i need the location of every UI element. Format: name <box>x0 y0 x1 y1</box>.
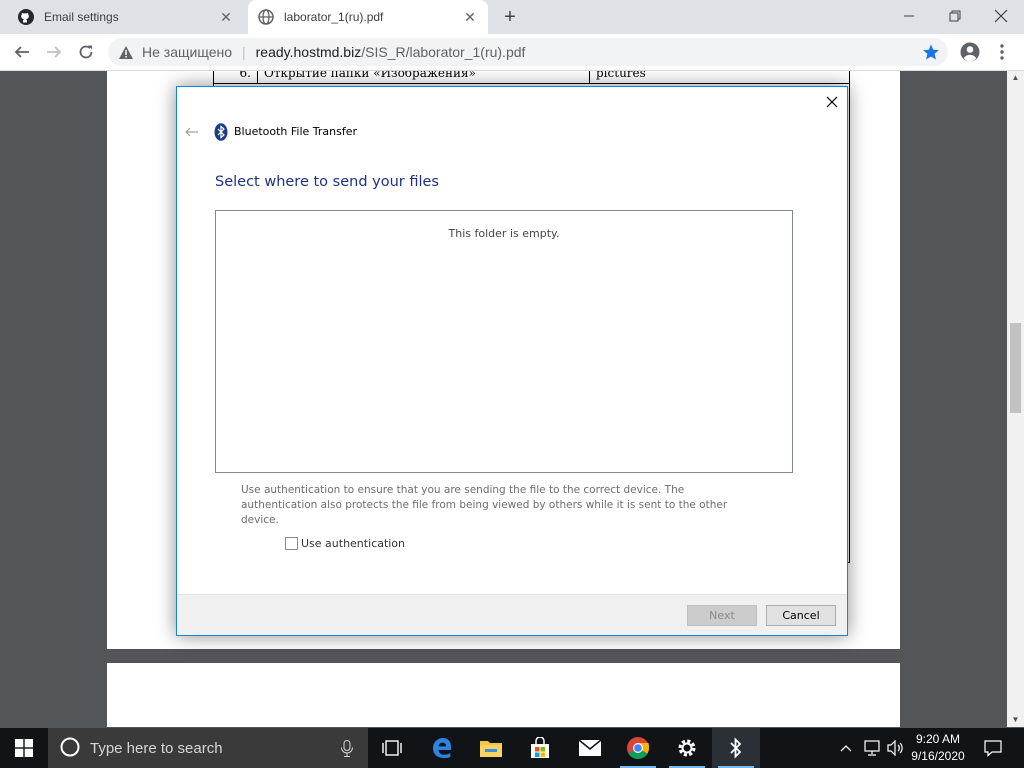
back-arrow-icon[interactable] <box>184 124 200 140</box>
empty-folder-message: This folder is empty. <box>448 227 560 240</box>
show-hidden-icons-chevron-icon[interactable] <box>836 728 856 768</box>
pdf-page-next <box>107 663 900 727</box>
scroll-down-icon[interactable]: ▼ <box>1007 713 1024 727</box>
bluetooth-transfer-dialog: Bluetooth File Transfer Select where to … <box>176 86 848 636</box>
security-status-label[interactable]: Не защищено <box>142 44 232 60</box>
clock-date: 9/16/2020 <box>911 749 965 763</box>
bluetooth-taskbar-icon[interactable] <box>712 728 760 768</box>
taskbar: Type here to search 9:20 AM 9/16/2020 <box>0 728 1024 768</box>
bluetooth-icon <box>214 123 228 141</box>
tab-email-settings[interactable]: Email settings ✕ <box>8 0 244 34</box>
microphone-icon[interactable] <box>340 740 354 757</box>
auth-description: Use authentication to ensure that you ar… <box>241 484 728 526</box>
volume-icon[interactable] <box>884 728 906 768</box>
file-explorer-icon[interactable] <box>467 728 515 768</box>
back-icon[interactable] <box>8 38 36 66</box>
use-authentication-label[interactable]: Use authentication <box>301 537 405 550</box>
tab-laborator-pdf[interactable]: laborator_1(ru).pdf ✕ <box>248 0 488 34</box>
store-icon[interactable] <box>516 728 564 768</box>
close-tab-icon[interactable]: ✕ <box>218 9 234 25</box>
close-window-icon[interactable] <box>978 0 1024 32</box>
tab-strip: Email settings ✕ laborator_1(ru).pdf ✕ + <box>0 0 1024 34</box>
use-authentication-checkbox[interactable] <box>285 537 298 550</box>
edge-icon[interactable] <box>418 728 466 768</box>
pdf-scrollbar[interactable]: ▲ ▼ <box>1007 71 1024 727</box>
network-icon[interactable] <box>860 728 884 768</box>
dialog-footer: Next Cancel <box>177 594 847 635</box>
task-view-icon[interactable] <box>368 728 416 768</box>
new-tab-button[interactable]: + <box>498 5 522 29</box>
url-path: /SIS_R/laborator_1(ru).pdf <box>361 44 526 60</box>
cancel-button[interactable]: Cancel <box>766 605 836 626</box>
dialog-heading: Select where to send your files <box>215 174 439 190</box>
cortana-circle-icon <box>60 737 80 760</box>
url-host: ready.hostmd.biz <box>255 44 362 60</box>
table-row: 6. Открытие папки «Изображения» pictures <box>214 71 849 84</box>
restore-icon[interactable] <box>932 0 978 32</box>
github-icon <box>18 9 34 25</box>
globe-icon <box>258 9 274 25</box>
warning-triangle-icon[interactable] <box>118 44 134 60</box>
forward-icon[interactable] <box>40 38 68 66</box>
system-clock[interactable]: 9:20 AM 9/16/2020 <box>905 731 971 765</box>
row-action: Открытие папки «Изображения» <box>258 71 590 83</box>
windows-start-icon[interactable] <box>0 728 48 768</box>
mail-icon[interactable] <box>566 728 614 768</box>
reload-icon[interactable] <box>72 38 100 66</box>
settings-icon[interactable] <box>663 728 711 768</box>
minimize-icon[interactable] <box>886 0 932 32</box>
scrollbar-thumb[interactable] <box>1010 323 1021 413</box>
row-number: 6. <box>214 71 258 83</box>
device-list[interactable]: This folder is empty. <box>215 210 793 473</box>
chrome-icon[interactable] <box>614 728 662 768</box>
close-dialog-icon[interactable] <box>823 93 841 111</box>
scroll-up-icon[interactable]: ▲ <box>1007 71 1024 85</box>
dialog-app-title: Bluetooth File Transfer <box>234 125 358 138</box>
profile-avatar-icon[interactable] <box>956 38 984 66</box>
address-bar[interactable]: Не защищено | ready.hostmd.biz/SIS_R/lab… <box>108 38 948 66</box>
bookmark-star-icon[interactable] <box>922 43 940 61</box>
search-placeholder: Type here to search <box>90 739 223 757</box>
browser-toolbar: Не защищено | ready.hostmd.biz/SIS_R/lab… <box>0 34 1024 71</box>
taskbar-search-box[interactable]: Type here to search <box>48 728 368 768</box>
tab-title: Email settings <box>44 10 119 24</box>
row-command: pictures <box>596 71 646 80</box>
clock-time: 9:20 AM <box>915 732 961 746</box>
menu-kebab-icon[interactable] <box>988 38 1016 66</box>
address-separator: | <box>242 44 246 60</box>
tab-title: laborator_1(ru).pdf <box>284 10 384 24</box>
action-center-icon[interactable] <box>978 728 1008 768</box>
close-tab-icon[interactable]: ✕ <box>462 9 478 25</box>
next-button[interactable]: Next <box>687 605 757 626</box>
